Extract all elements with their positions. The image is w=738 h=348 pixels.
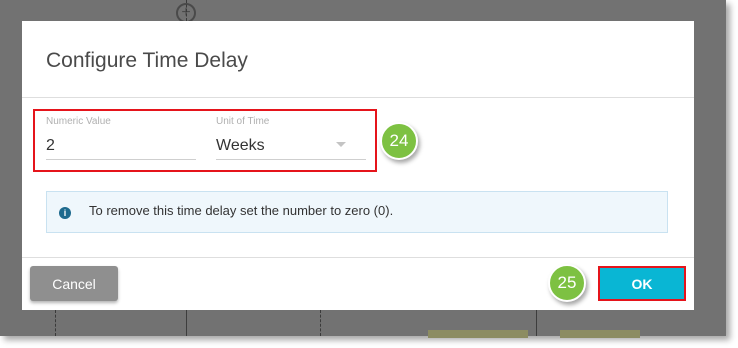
header-divider [22, 97, 694, 98]
info-icon: i [59, 207, 71, 219]
background-node [428, 330, 528, 338]
background-connector [320, 310, 321, 336]
step-badge-24: 24 [380, 122, 418, 160]
background-connector [186, 0, 187, 21]
ok-button[interactable]: OK [598, 266, 686, 301]
info-message: i To remove this time delay set the numb… [46, 191, 668, 233]
fields-highlight [33, 109, 377, 172]
background-connector [536, 310, 537, 336]
background-connector [55, 310, 56, 336]
step-badge-25: 25 [548, 264, 586, 302]
background-node [560, 330, 640, 338]
dialog-title: Configure Time Delay [46, 49, 248, 72]
info-message-text: To remove this time delay set the number… [89, 203, 394, 218]
footer-divider [22, 257, 694, 258]
background-connector [186, 310, 187, 336]
cancel-button[interactable]: Cancel [30, 266, 118, 301]
configure-time-delay-dialog: Configure Time Delay Numeric Value 2 Uni… [22, 21, 694, 310]
